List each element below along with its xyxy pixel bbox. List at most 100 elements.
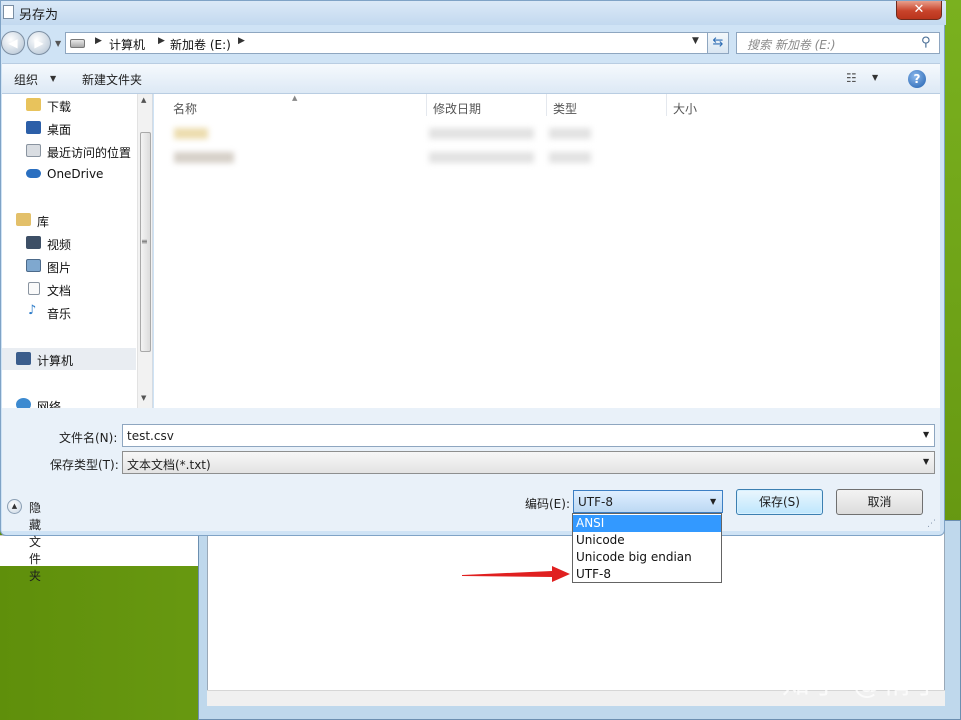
computer-icon [16, 352, 31, 365]
scroll-up-icon[interactable]: ▲ [141, 96, 146, 104]
nav-item-label: 下载 [47, 100, 72, 114]
help-button[interactable]: ? [908, 70, 926, 88]
network-icon [16, 398, 31, 408]
back-button[interactable]: ◀ [1, 31, 25, 55]
search-icon[interactable]: ⚲ [921, 35, 931, 50]
recent-locations-dropdown-icon[interactable]: ▼ [55, 39, 61, 48]
column-divider[interactable] [426, 94, 427, 116]
desktop-icon [26, 121, 41, 134]
file-list[interactable]: ▲ 名称 修改日期 类型 大小 [154, 94, 940, 408]
chevron-down-icon[interactable]: ▼ [923, 457, 929, 466]
column-header-name[interactable]: 名称 [173, 100, 197, 117]
nav-item-desktop[interactable]: 桌面 [2, 117, 136, 139]
nav-item-label: 最近访问的位置 [47, 146, 132, 160]
column-divider[interactable] [546, 94, 547, 116]
column-header-date-modified[interactable]: 修改日期 [433, 100, 481, 117]
notepad-document-icon [3, 5, 14, 19]
arrow-right-icon: ▶ [34, 36, 44, 50]
download-folder-icon [26, 98, 41, 111]
organize-button[interactable]: 组织 [14, 71, 38, 88]
dialog-title: 另存为 [19, 8, 59, 23]
nav-item-label: 文档 [47, 284, 72, 298]
title-bar[interactable]: 另存为 [1, 1, 946, 25]
encoding-dropdown-list[interactable]: ANSI Unicode Unicode big endian UTF-8 [572, 513, 722, 583]
chevron-right-icon[interactable]: ▶ [158, 36, 165, 46]
column-header-type[interactable]: 类型 [553, 100, 577, 117]
nav-item-label: 库 [37, 215, 50, 229]
red-arrow-annotation [462, 566, 570, 582]
nav-item-computer[interactable]: 计算机 [2, 348, 136, 370]
search-placeholder: 搜索 新加卷 (E:) [747, 38, 836, 52]
save-as-dialog: 另存为 ✕ ◀ ▶ ▼ ▶ 计算机 ▶ 新加卷 (E:) ▶ ▼ ⇆ 搜索 新加… [0, 0, 946, 583]
nav-item-label: 桌面 [47, 123, 72, 137]
nav-scrollbar[interactable]: ▲ ≡ ▼ [137, 94, 152, 408]
address-bar[interactable]: ▶ 计算机 ▶ 新加卷 (E:) ▶ ▼ [65, 32, 728, 54]
chevron-right-icon[interactable]: ▶ [238, 36, 245, 46]
arrow-left-icon: ◀ [8, 36, 18, 50]
save-options-panel: 文件名(N): test.csv ▼ 保存类型(T): 文本文档(*.txt) … [2, 408, 940, 583]
breadcrumb-drive-e[interactable]: 新加卷 (E:) [170, 36, 231, 53]
blurred-type-cell [549, 128, 591, 139]
chevron-down-icon[interactable]: ▼ [50, 74, 56, 83]
view-options-icon[interactable]: ☷ [846, 71, 857, 85]
encoding-label: 编码(E): [525, 497, 570, 511]
filename-input[interactable]: test.csv ▼ [122, 424, 935, 447]
filetype-value: 文本文档(*.txt) [127, 458, 211, 472]
column-divider[interactable] [666, 94, 667, 116]
blurred-date-cell [429, 152, 534, 163]
refresh-button[interactable]: ⇆ [707, 32, 729, 54]
nav-item-libraries[interactable]: 库 [2, 209, 136, 231]
chevron-down-icon[interactable]: ▼ [872, 73, 878, 82]
filename-value: test.csv [127, 429, 174, 443]
library-icon [16, 213, 31, 226]
nav-item-network[interactable]: 网络 [2, 394, 136, 408]
encoding-select[interactable]: UTF-8 ▼ [573, 490, 723, 513]
scroll-down-icon[interactable]: ▼ [141, 394, 146, 402]
refresh-icon: ⇆ [712, 35, 724, 50]
nav-item-documents[interactable]: 文档 [2, 278, 136, 300]
column-header-size[interactable]: 大小 [673, 100, 697, 117]
nav-item-downloads[interactable]: 下载 [2, 94, 136, 116]
blurred-date-cell [429, 128, 534, 139]
encoding-value: UTF-8 [578, 495, 613, 509]
nav-item-pictures[interactable]: 图片 [2, 255, 136, 277]
onedrive-cloud-icon [26, 169, 41, 178]
chevron-right-icon[interactable]: ▶ [95, 36, 102, 46]
encoding-option-unicode-big-endian[interactable]: Unicode big endian [573, 549, 721, 566]
filetype-select[interactable]: 文本文档(*.txt) ▼ [122, 451, 935, 474]
address-dropdown-icon[interactable]: ▼ [692, 36, 699, 46]
command-toolbar: 组织 ▼ 新建文件夹 ☷ ▼ ? [2, 63, 940, 94]
breadcrumb-computer[interactable]: 计算机 [109, 36, 145, 53]
nav-item-label: 视频 [47, 238, 72, 252]
grip-icon: ≡ [141, 237, 148, 246]
encoding-option-ansi[interactable]: ANSI [573, 515, 721, 532]
close-button[interactable]: ✕ [896, 1, 942, 20]
music-icon: ♪ [28, 303, 37, 318]
nav-item-videos[interactable]: 视频 [2, 232, 136, 254]
nav-item-label: OneDrive [47, 167, 104, 181]
watermark-text: 知乎 @惰了 [782, 667, 943, 700]
nav-item-recent-places[interactable]: 最近访问的位置 [2, 140, 136, 162]
nav-item-onedrive[interactable]: OneDrive [2, 163, 136, 185]
blurred-file-row[interactable] [174, 128, 208, 139]
filename-label: 文件名(N): [59, 431, 118, 445]
search-input[interactable]: 搜索 新加卷 (E:) ⚲ [736, 32, 940, 54]
hide-folders-label: 隐藏文件夹 [29, 501, 42, 583]
navigation-pane: 下载 桌面 最近访问的位置 OneDrive 库 视频 图片 文档 ♪ 音乐 计… [2, 94, 153, 408]
collapse-up-icon: ▲ [7, 499, 22, 514]
nav-item-label: 音乐 [47, 307, 72, 321]
encoding-option-unicode[interactable]: Unicode [573, 532, 721, 549]
blurred-file-row[interactable] [174, 152, 234, 163]
resize-grip-icon[interactable]: ⋰ [927, 519, 936, 529]
blurred-type-cell [549, 152, 591, 163]
chevron-down-icon[interactable]: ▼ [923, 430, 929, 439]
save-button[interactable]: 保存(S) [736, 489, 823, 515]
encoding-option-utf8[interactable]: UTF-8 [573, 566, 721, 583]
documents-icon [28, 282, 40, 295]
cancel-button[interactable]: 取消 [836, 489, 923, 515]
new-folder-button[interactable]: 新建文件夹 [82, 71, 142, 88]
chevron-down-icon[interactable]: ▼ [710, 497, 716, 506]
nav-item-music[interactable]: ♪ 音乐 [2, 301, 136, 323]
forward-button[interactable]: ▶ [27, 31, 51, 55]
video-icon [26, 236, 41, 249]
